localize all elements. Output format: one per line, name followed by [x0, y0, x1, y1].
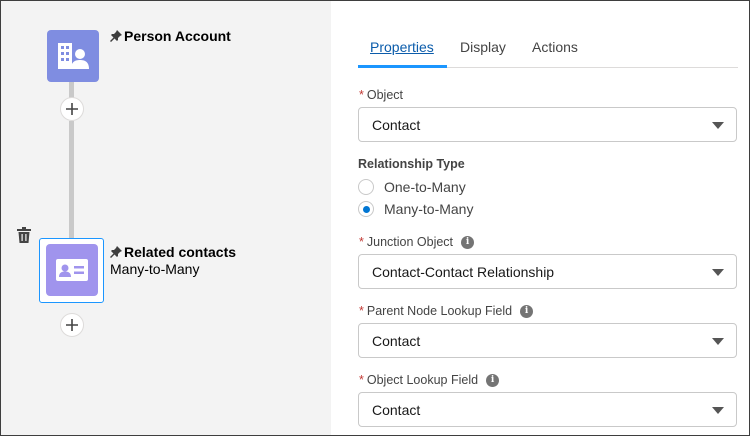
relationship-type-label: Relationship Type [358, 157, 465, 171]
object-lookup-select[interactable]: Contact [358, 392, 737, 427]
chevron-down-icon [712, 338, 724, 345]
parent-lookup-label: * Parent Node Lookup Field i [359, 304, 534, 318]
properties-panel: Properties Display Actions * Object Cont… [331, 1, 749, 435]
tab-actions[interactable]: Actions [532, 39, 578, 55]
builder-window: Person Account Related contacts Many-to-… [0, 0, 750, 436]
required-mark: * [359, 235, 364, 249]
object-select[interactable]: Contact [358, 107, 737, 142]
parent-lookup-select[interactable]: Contact [358, 323, 737, 358]
plus-icon [66, 103, 78, 115]
junction-object-label: * Junction Object i [359, 235, 475, 249]
chevron-down-icon [712, 122, 724, 129]
trash-icon [17, 227, 31, 243]
connector-line [69, 82, 74, 98]
contact-card-icon [56, 259, 88, 281]
delete-node-button[interactable] [16, 227, 32, 243]
hierarchy-canvas: Person Account Related contacts Many-to-… [1, 1, 331, 435]
tab-bar: Properties Display Actions [358, 29, 738, 68]
person-account-node[interactable] [47, 30, 99, 82]
radio-button[interactable] [358, 179, 374, 195]
object-label: * Object [359, 88, 404, 102]
tab-display[interactable]: Display [460, 39, 506, 55]
active-tab-indicator [358, 65, 447, 68]
node-subtitle: Many-to-Many [110, 261, 200, 277]
radio-button[interactable] [358, 201, 374, 217]
chevron-down-icon [712, 407, 724, 414]
info-icon[interactable]: i [520, 304, 534, 318]
junction-object-select[interactable]: Contact-Contact Relationship [358, 254, 737, 289]
radio-one-to-many[interactable]: One-to-Many [358, 179, 466, 195]
pin-icon [110, 246, 122, 258]
required-mark: * [359, 304, 364, 318]
add-child-button[interactable] [60, 97, 84, 121]
person-account-icon [58, 43, 89, 69]
add-child-button[interactable] [60, 313, 84, 337]
info-icon[interactable]: i [461, 235, 475, 249]
object-lookup-label: * Object Lookup Field i [359, 373, 500, 387]
plus-icon [66, 319, 78, 331]
info-icon[interactable]: i [486, 373, 500, 387]
required-mark: * [359, 88, 364, 102]
chevron-down-icon [712, 269, 724, 276]
connector-line [69, 121, 74, 239]
required-mark: * [359, 373, 364, 387]
tab-properties[interactable]: Properties [370, 39, 434, 55]
node-title: Person Account [110, 28, 231, 44]
pin-icon [110, 30, 122, 42]
node-title: Related contacts [110, 244, 236, 260]
related-contacts-node[interactable] [46, 244, 98, 296]
radio-many-to-many[interactable]: Many-to-Many [358, 201, 473, 217]
